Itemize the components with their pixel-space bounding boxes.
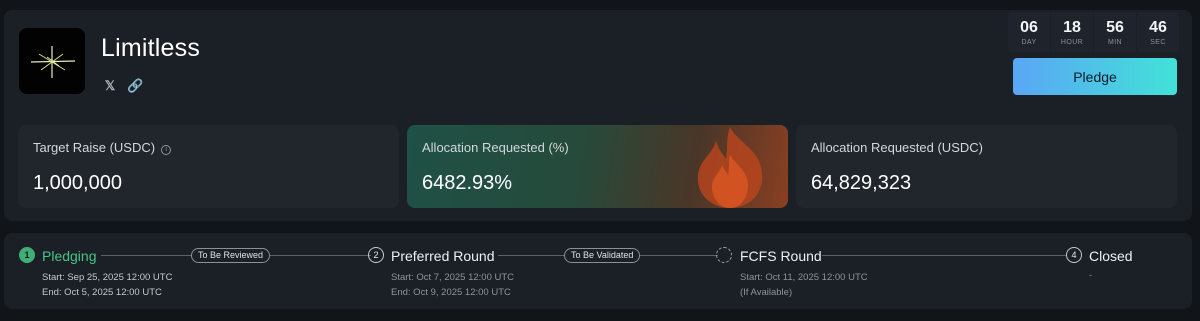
allocation-usdc-card: Allocation Requested (USDC) 64,829,323 — [796, 125, 1177, 208]
sparkle-logo-icon — [30, 46, 76, 78]
allocation-usdc-label: Allocation Requested (USDC) — [811, 140, 983, 155]
timeline-panel — [4, 233, 1192, 309]
project-title: Limitless — [101, 34, 201, 62]
allocation-percent-card: Allocation Requested (%) 6482.93% — [407, 125, 788, 208]
step-4-status: - — [1089, 270, 1093, 281]
step-3-marker — [716, 247, 732, 263]
pledge-button[interactable]: Pledge — [1013, 58, 1177, 95]
allocation-usdc-value: 64,829,323 — [811, 172, 912, 194]
step-2-end: End: Oct 9, 2025 12:00 UTC — [391, 287, 511, 298]
countdown-minutes: 56 MIN — [1094, 12, 1136, 52]
info-icon[interactable]: i — [161, 145, 172, 155]
countdown-seconds-value: 46 — [1149, 18, 1167, 36]
step-4-title: Closed — [1089, 248, 1133, 264]
step-1-end: End: Oct 5, 2025 12:00 UTC — [42, 287, 162, 298]
step-1-title: Pledging — [42, 248, 97, 264]
step-3-start: Start: Oct 11, 2025 12:00 UTC — [740, 272, 868, 283]
project-logo — [19, 28, 85, 94]
target-raise-card: Target Raise (USDC) i 1,000,000 — [18, 125, 399, 208]
x-twitter-icon[interactable]: 𝕏 — [102, 78, 118, 94]
countdown-hours: 18 HOUR — [1051, 12, 1093, 52]
countdown-minutes-value: 56 — [1106, 18, 1124, 36]
countdown-hours-label: HOUR — [1060, 38, 1084, 46]
countdown-days-label: DAY — [1021, 38, 1037, 46]
allocation-percent-label: Allocation Requested (%) — [422, 140, 569, 155]
countdown-days: 06 DAY — [1008, 12, 1050, 52]
step-1-start: Start: Sep 25, 2025 12:00 UTC — [42, 272, 173, 283]
to-be-reviewed-badge: To Be Reviewed — [191, 248, 271, 263]
countdown-seconds-label: SEC — [1150, 38, 1166, 46]
countdown-hours-value: 18 — [1063, 18, 1081, 36]
step-1-number: 1 — [19, 247, 35, 263]
step-connector-3 — [822, 255, 1066, 256]
countdown-days-value: 06 — [1020, 18, 1038, 36]
countdown-timer: 06 DAY 18 HOUR 56 MIN 46 SEC — [1008, 12, 1179, 52]
to-be-validated-badge: To Be Validated — [564, 248, 641, 263]
step-2-title: Preferred Round — [391, 248, 495, 264]
target-raise-label-text: Target Raise (USDC) — [33, 140, 156, 155]
countdown-seconds: 46 SEC — [1137, 12, 1179, 52]
link-icon[interactable]: 🔗 — [127, 78, 143, 94]
step-2-start: Start: Oct 7, 2025 12:00 UTC — [391, 272, 515, 283]
countdown-minutes-label: MIN — [1107, 38, 1123, 46]
step-3-note: (If Available) — [740, 287, 793, 298]
step-2-number: 2 — [368, 247, 384, 263]
flame-icon — [697, 127, 763, 208]
target-raise-value: 1,000,000 — [33, 172, 122, 194]
target-raise-label: Target Raise (USDC) i — [33, 140, 172, 155]
allocation-percent-value: 6482.93% — [422, 172, 513, 194]
step-4-number: 4 — [1066, 247, 1082, 263]
step-3-title: FCFS Round — [740, 248, 822, 264]
